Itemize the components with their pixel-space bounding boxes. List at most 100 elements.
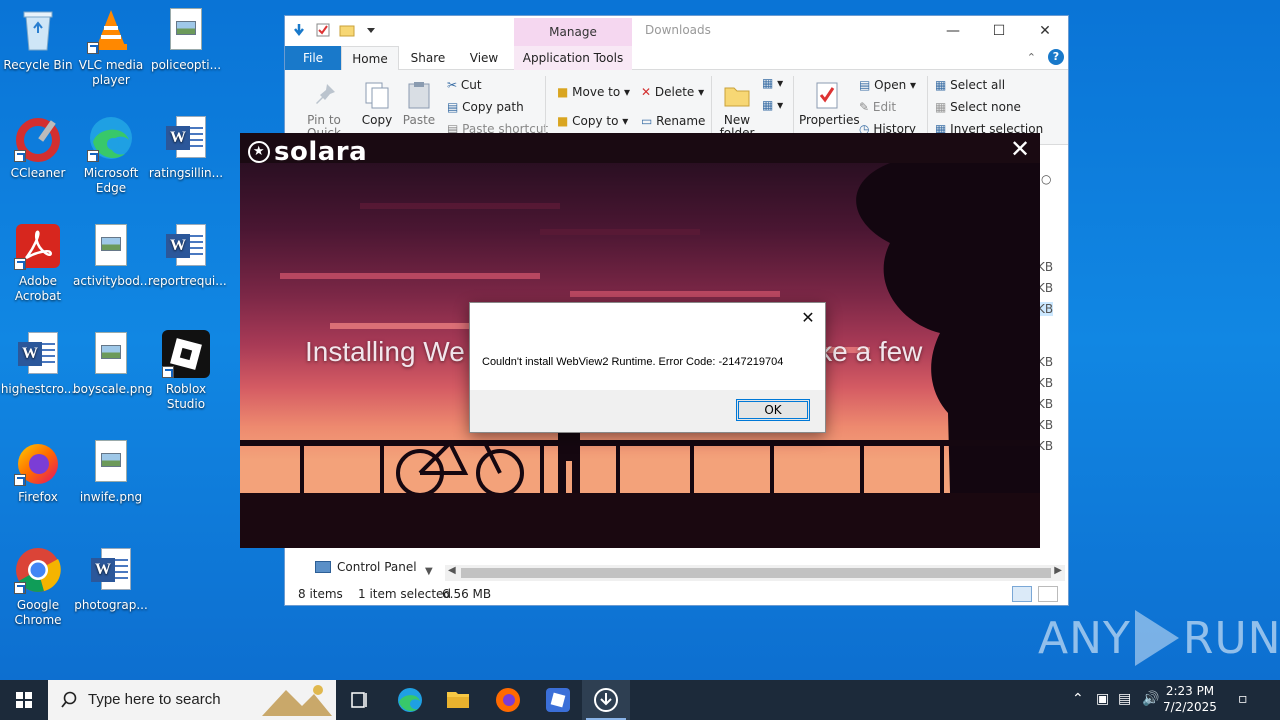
chrome-icon xyxy=(14,546,62,594)
task-view-button[interactable] xyxy=(336,680,384,720)
volume-icon[interactable]: 🔊 xyxy=(1142,691,1159,707)
nav-scroll-down-icon[interactable]: ▼ xyxy=(425,566,433,577)
desktop-icon-photograp[interactable]: W photograp... xyxy=(73,546,149,613)
image-file-icon xyxy=(87,222,135,270)
tab-home[interactable]: Home xyxy=(341,46,399,71)
scroll-left-icon[interactable]: ◀ xyxy=(448,565,456,576)
copy-path-button[interactable]: ▤ Copy path xyxy=(447,100,524,114)
taskbar-file-explorer[interactable] xyxy=(434,680,482,720)
dialog-message: Couldn't install WebView2 Runtime. Error… xyxy=(482,356,784,368)
select-none-label: Select none xyxy=(950,100,1021,114)
fence-post xyxy=(300,443,304,495)
ok-button[interactable]: OK xyxy=(736,399,810,421)
new-folder-button[interactable]: New folder xyxy=(717,80,757,140)
copy-path-icon: ▤ xyxy=(447,100,459,114)
help-icon[interactable]: ? xyxy=(1048,49,1064,65)
taskbar-roblox-studio[interactable] xyxy=(534,680,582,720)
paste-button[interactable]: Paste xyxy=(401,80,437,127)
desktop-icon-reportrequi[interactable]: W reportrequi... xyxy=(148,222,227,289)
desktop-icon-inwife[interactable]: inwife.png xyxy=(73,438,149,505)
minimize-button[interactable]: — xyxy=(930,16,976,46)
desktop-icon-activitybod[interactable]: activitybod... xyxy=(73,222,151,289)
shortcut-arrow-icon xyxy=(162,366,174,378)
status-size: 6.56 MB xyxy=(442,587,492,601)
roblox-studio-icon xyxy=(162,330,210,378)
scroll-right-icon[interactable]: ▶ xyxy=(1054,565,1062,576)
meet-now-icon[interactable]: ▣ xyxy=(1096,691,1109,707)
desktop-icon-recycle-bin[interactable]: Recycle Bin xyxy=(0,6,76,73)
collapse-ribbon-icon[interactable]: ⌃ xyxy=(1027,51,1036,64)
desktop-icon-adobe-acrobat[interactable]: Adobe Acrobat xyxy=(0,222,76,304)
manage-context-tab[interactable]: Manage xyxy=(514,18,632,46)
customize-dropdown-icon[interactable] xyxy=(363,22,379,38)
ribbon-divider xyxy=(793,76,794,136)
select-none-button[interactable]: ▦ Select none xyxy=(935,100,1021,114)
desktop-icon-label: Roblox Studio xyxy=(165,382,207,411)
folder-icon xyxy=(722,80,752,110)
windows-logo-icon xyxy=(16,692,32,708)
close-button[interactable]: ✕ xyxy=(1022,16,1068,46)
large-icons-view-icon[interactable] xyxy=(1038,586,1058,602)
delete-button[interactable]: ✕ Delete ▾ xyxy=(641,85,704,99)
desktop-icon-roblox-studio[interactable]: Roblox Studio xyxy=(148,330,224,412)
desktop-icon-label: boyscale.png xyxy=(73,382,153,396)
copy-path-label: Copy path xyxy=(462,100,524,114)
taskbar-search-box[interactable]: Type here to search xyxy=(48,680,336,720)
word-doc-icon: W xyxy=(14,330,62,378)
cloud xyxy=(360,203,560,209)
tab-application-tools[interactable]: Application Tools xyxy=(514,46,632,70)
select-all-button[interactable]: ▦ Select all xyxy=(935,78,1005,92)
tab-view[interactable]: View xyxy=(461,46,507,70)
desktop-icon-label: Firefox xyxy=(18,490,58,504)
desktop-icon-ratingsillin[interactable]: W ratingsillin... xyxy=(148,114,224,181)
properties-button[interactable]: Properties xyxy=(799,80,860,127)
network-icon[interactable]: ▤ xyxy=(1118,691,1131,707)
desktop-icon-boyscale[interactable]: boyscale.png xyxy=(73,330,153,397)
rename-button[interactable]: ▭ Rename xyxy=(641,114,705,128)
details-view-icon[interactable] xyxy=(1012,586,1032,602)
tray-overflow-icon[interactable]: ⌃ xyxy=(1072,691,1084,707)
fence-rail xyxy=(240,440,1040,446)
down-arrow-icon[interactable] xyxy=(291,22,307,38)
copy-to-button[interactable]: ■ Copy to ▾ xyxy=(557,114,628,128)
cut-button[interactable]: ✂ Cut xyxy=(447,78,482,92)
dialog-close-button[interactable]: ✕ xyxy=(797,307,819,329)
search-icon[interactable]: ○ xyxy=(1041,172,1051,186)
properties-check-icon[interactable] xyxy=(315,22,331,38)
notification-center-icon[interactable]: ▫ xyxy=(1238,691,1248,707)
solara-close-button[interactable]: ✕ xyxy=(1006,135,1034,163)
scrollbar-thumb[interactable] xyxy=(461,568,1051,578)
move-to-button[interactable]: ■ Move to ▾ xyxy=(557,85,630,99)
taskbar-edge[interactable] xyxy=(386,680,434,720)
horizontal-scrollbar[interactable]: ◀ ▶ xyxy=(445,565,1065,581)
desktop-icon-firefox[interactable]: Firefox xyxy=(0,438,76,505)
taskbar-solara-installer[interactable] xyxy=(582,680,630,720)
desktop-icon-google-chrome[interactable]: Google Chrome xyxy=(0,546,76,628)
desktop-icon-vlc[interactable]: VLC media player xyxy=(73,6,149,88)
desktop-icon-edge[interactable]: Microsoft Edge xyxy=(73,114,149,196)
edit-button[interactable]: ✎ Edit xyxy=(859,100,896,114)
desktop-icon-policeopti[interactable]: policeopti... xyxy=(148,6,224,73)
paste-icon xyxy=(404,80,434,110)
copy-button[interactable]: Copy xyxy=(359,80,395,127)
desktop-icon-highestcro[interactable]: W highestcro... xyxy=(0,330,76,397)
start-button[interactable] xyxy=(0,680,48,720)
tab-file[interactable]: File xyxy=(285,46,341,70)
new-folder-icon[interactable] xyxy=(339,22,355,38)
ribbon-divider xyxy=(927,76,928,136)
fence-post xyxy=(940,443,944,495)
maximize-button[interactable]: ☐ xyxy=(976,16,1022,46)
nav-item-control-panel[interactable]: Control Panel xyxy=(315,560,417,574)
play-icon xyxy=(1134,610,1179,666)
easy-access-button[interactable]: ▦ ▾ xyxy=(762,98,783,112)
new-item-button[interactable]: ▦ ▾ xyxy=(762,76,783,90)
shortcut-arrow-icon xyxy=(87,150,99,162)
open-button[interactable]: ▤ Open ▾ xyxy=(859,78,916,92)
taskbar-firefox[interactable] xyxy=(484,680,532,720)
clock[interactable]: 2:23 PM 7/2/2025 xyxy=(1160,683,1220,715)
word-doc-icon: W xyxy=(162,222,210,270)
desktop-icon-label: highestcro... xyxy=(0,382,76,396)
tab-share[interactable]: Share xyxy=(405,46,451,70)
vlc-icon xyxy=(87,6,135,54)
desktop-icon-ccleaner[interactable]: CCleaner xyxy=(0,114,76,181)
